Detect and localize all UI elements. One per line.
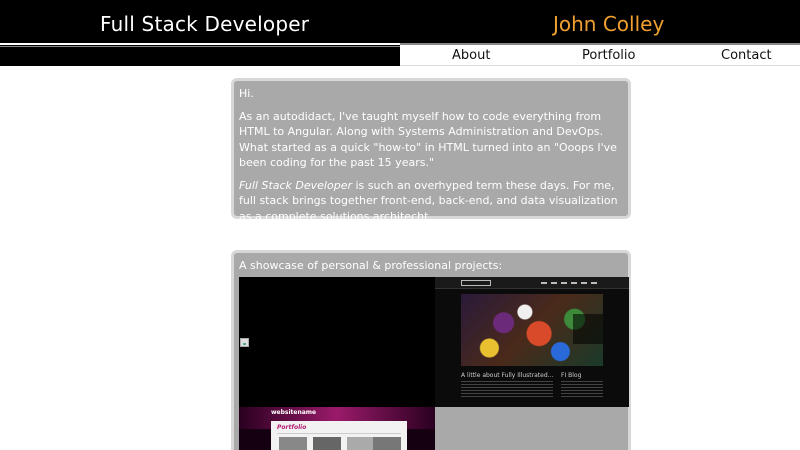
project-thumbnail[interactable]: websitename Portfolio — [239, 406, 435, 450]
about-emphasis: Full Stack Developer — [239, 178, 352, 192]
owner-name[interactable]: John Colley — [553, 11, 664, 37]
main-nav: About Portfolio Contact — [400, 43, 800, 66]
project-grid: A little about Fully Illustrated... FI B… — [239, 276, 629, 450]
nav-about[interactable]: About — [452, 47, 490, 64]
project-thumbnail[interactable] — [239, 276, 435, 407]
about-card: Hi. As an autodidact, I've taught myself… — [231, 78, 631, 223]
thumbnail-text-lines — [461, 380, 553, 399]
thumbnail-image — [373, 436, 401, 450]
project-thumbnail[interactable]: A little about Fully Illustrated... FI B… — [435, 276, 629, 407]
thumbnail-image — [313, 436, 341, 450]
projects-title: A showcase of personal & professional pr… — [239, 259, 503, 272]
top-bar: Full Stack Developer John Colley — [0, 0, 800, 43]
thumbnail-heading-right: FI Blog — [561, 371, 582, 379]
projects-card: A showcase of personal & professional pr… — [231, 250, 631, 450]
thumbnail-image — [279, 436, 307, 450]
thumbnail-site-header — [435, 276, 629, 289]
about-paragraph-1: As an autodidact, I've taught myself how… — [239, 109, 617, 170]
site-title: Full Stack Developer — [100, 12, 310, 36]
about-paragraph-2: Full Stack Developer is such an overhype… — [239, 178, 623, 225]
divider — [277, 432, 401, 434]
menu-icon — [541, 281, 601, 284]
thumbnail-section-label: Portfolio — [277, 423, 307, 431]
about-greeting: Hi. — [239, 87, 254, 100]
thumbnail-image — [347, 436, 375, 450]
illustration-banner — [461, 293, 603, 366]
broken-image-icon — [240, 337, 249, 347]
header-strip — [0, 43, 400, 66]
thumbnail-heading: A little about Fully Illustrated... — [461, 371, 554, 379]
nav-portfolio[interactable]: Portfolio — [582, 47, 635, 64]
logo-icon — [461, 279, 491, 286]
nav-contact[interactable]: Contact — [721, 47, 772, 64]
thumbnail-site-name: websitename — [271, 408, 317, 416]
thumbnail-text-lines — [561, 380, 603, 399]
